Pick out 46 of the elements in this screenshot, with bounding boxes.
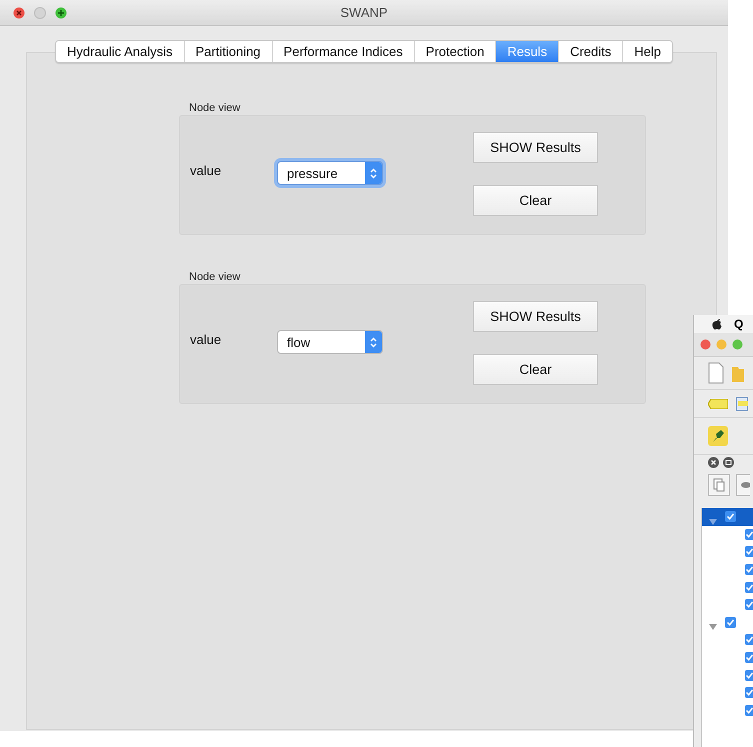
- tab[interactable]: Protection: [414, 41, 496, 62]
- checkbox[interactable]: [745, 546, 753, 558]
- close-icon[interactable]: [708, 457, 719, 468]
- tab[interactable]: Performance Indices: [272, 41, 415, 62]
- float-icon[interactable]: [723, 457, 734, 468]
- updown-arrows-icon: [370, 336, 377, 348]
- copy-icon[interactable]: [708, 474, 730, 496]
- field-label: value: [190, 163, 222, 178]
- window-title: SWANP: [340, 5, 388, 20]
- apple-icon[interactable]: [712, 318, 722, 330]
- checkbox[interactable]: [745, 582, 753, 593]
- checkbox[interactable]: [745, 599, 753, 610]
- checkbox[interactable]: [745, 634, 753, 646]
- updown-arrows-icon: [370, 168, 377, 178]
- layer-group-row[interactable]: [702, 508, 753, 526]
- checkbox[interactable]: [745, 670, 753, 681]
- checkbox[interactable]: [745, 704, 753, 716]
- label-icon[interactable]: [736, 396, 748, 410]
- dropdown[interactable]: flow: [277, 330, 383, 354]
- tab[interactable]: Hydraulic Analysis: [56, 41, 184, 62]
- close-icon[interactable]: [13, 6, 25, 18]
- group-title: Node view: [189, 271, 240, 283]
- checkbox[interactable]: [745, 564, 753, 576]
- new-file-icon[interactable]: [708, 362, 724, 384]
- tab[interactable]: Partitioning: [184, 41, 273, 62]
- checkbox[interactable]: [745, 687, 753, 698]
- tab[interactable]: Credits: [559, 41, 624, 62]
- action-button[interactable]: SHOW Results: [473, 132, 598, 163]
- expand-arrow-icon[interactable]: [709, 518, 717, 526]
- label-icon[interactable]: [708, 398, 728, 408]
- action-button[interactable]: SHOW Results: [473, 301, 598, 332]
- checkbox[interactable]: [725, 511, 736, 522]
- eye-icon[interactable]: [736, 474, 750, 496]
- expand-arrow-icon[interactable]: [709, 623, 717, 632]
- zoom-icon[interactable]: [55, 6, 67, 18]
- checkbox[interactable]: [745, 528, 753, 540]
- menu-item[interactable]: Q: [734, 317, 744, 331]
- action-button[interactable]: Clear: [473, 354, 598, 385]
- tab[interactable]: Help: [623, 41, 672, 62]
- field-label: value: [190, 332, 222, 347]
- dropdown[interactable]: pressure: [277, 161, 383, 185]
- group-title: Node view: [189, 102, 240, 114]
- checkbox[interactable]: [725, 616, 736, 628]
- action-button[interactable]: Clear: [473, 185, 598, 216]
- checkbox[interactable]: [745, 652, 753, 664]
- plugin-icon[interactable]: [708, 426, 728, 446]
